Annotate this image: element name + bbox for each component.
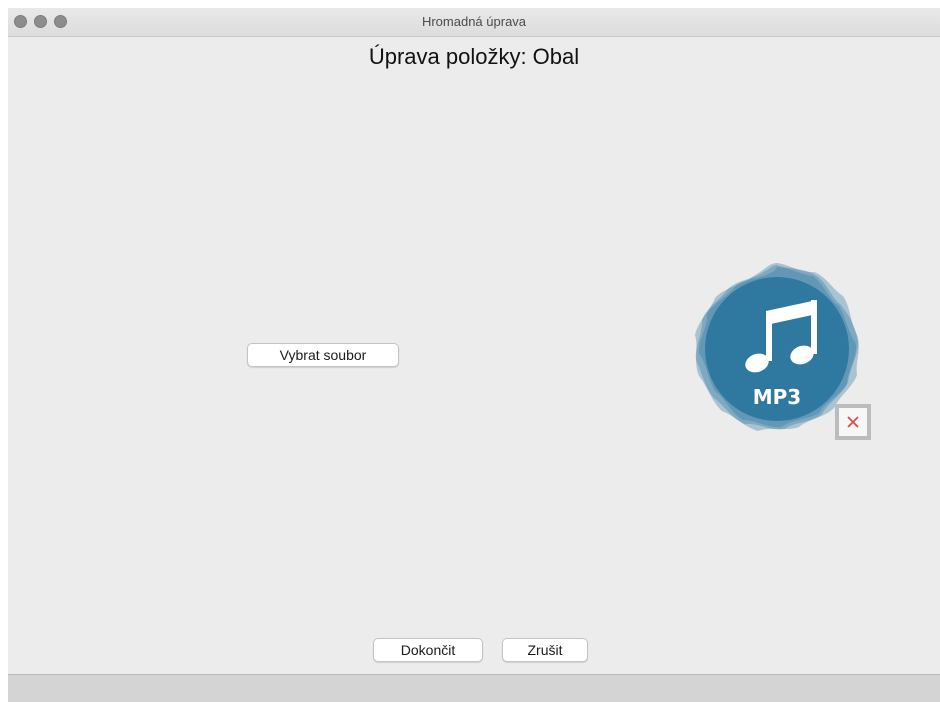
choose-file-button[interactable]: Vybrat soubor [247,343,399,367]
window-title: Hromadná úprava [421,14,527,29]
finish-button[interactable]: Dokončit [373,638,483,662]
remove-cover-button[interactable] [835,404,871,440]
cancel-button[interactable]: Zrušit [502,638,588,662]
cover-label: MP3 [753,385,801,409]
status-bar [8,674,940,702]
bulk-edit-window: Hromadná úprava Úprava položky: Obal Vyb… [8,8,940,702]
close-icon [847,416,859,428]
page-title: Úprava položky: Obal [368,44,580,69]
title-bar[interactable]: Hromadná úprava [8,8,940,37]
